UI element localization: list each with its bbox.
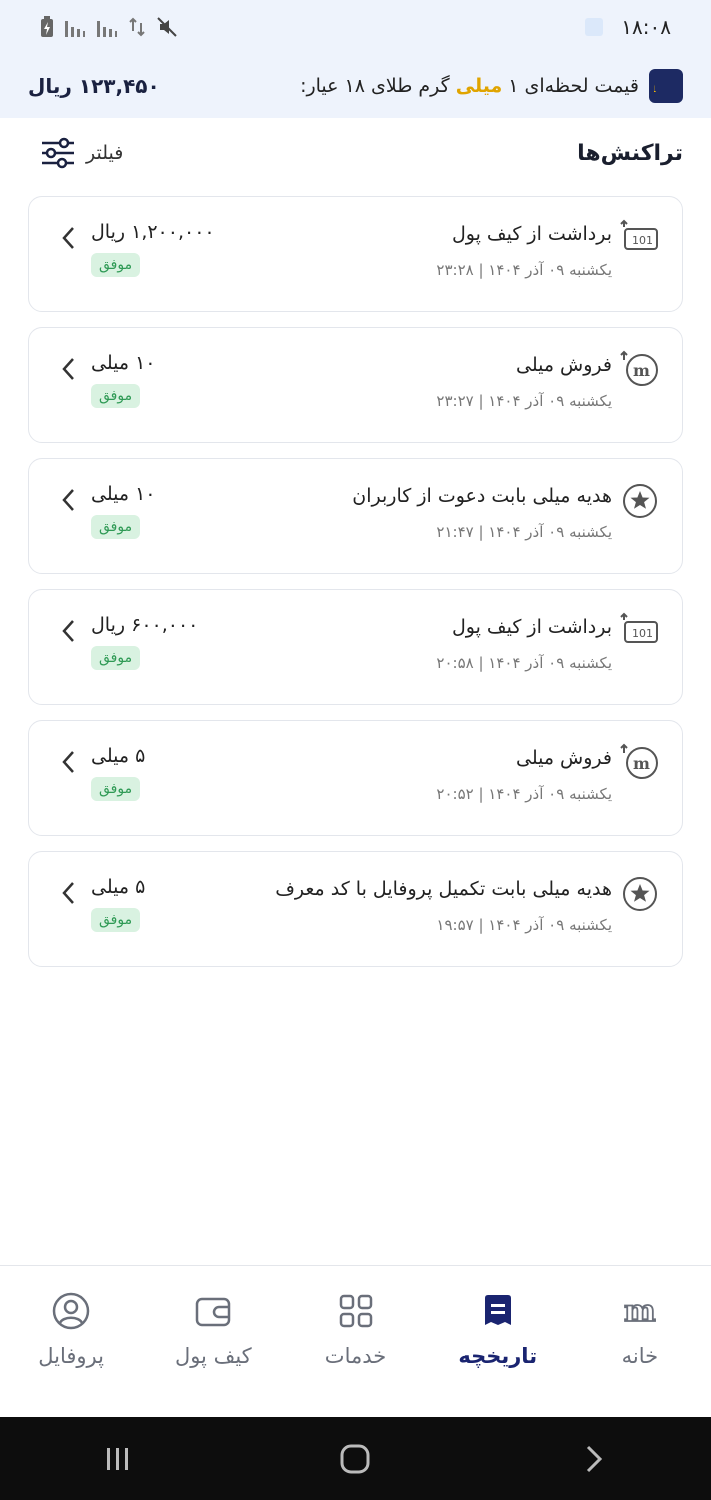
svg-text:m: m: [624, 1294, 656, 1329]
svg-text:m: m: [654, 77, 656, 95]
status-icons: [40, 16, 178, 38]
milli-home-icon: m: [623, 1293, 657, 1330]
nav-home[interactable]: m خانه: [569, 1266, 711, 1418]
status-badge: موفق: [91, 384, 141, 408]
services-grid-icon: [339, 1294, 372, 1328]
transaction-date: یکشنبه ۰۹ آذر ۱۴۰۴ | ۲۳:۲۸: [436, 261, 612, 279]
transactions-list: 101 برداشت از کیف پول یکشنبه ۰۹ آذر ۱۴۰۴…: [28, 196, 683, 982]
star-gift-icon: [623, 877, 657, 911]
filter-label: فیلتر: [86, 142, 124, 164]
milli-logo-icon: m: [649, 69, 683, 103]
nav-label: خدمات: [324, 1344, 387, 1368]
transaction-amount: ۱۰ میلی: [91, 483, 156, 505]
status-badge: موفق: [91, 646, 141, 670]
signal-icon: [65, 21, 85, 37]
nav-label: تاریخچه: [458, 1344, 538, 1368]
data-transfer-icon: [129, 17, 145, 37]
transaction-card[interactable]: 101 برداشت از کیف پول یکشنبه ۰۹ آذر ۱۴۰۴…: [28, 589, 683, 705]
cash-withdraw-icon: 101: [620, 612, 658, 643]
transaction-title: هدیه میلی بابت تکمیل پروفایل با کد معرف: [275, 878, 612, 900]
battery-charging-icon: [41, 16, 53, 37]
gold-price-value: ۱۲۳,۴۵۰ ریال: [28, 74, 160, 98]
transaction-date: یکشنبه ۰۹ آذر ۱۴۰۴ | ۱۹:۵۷: [436, 916, 612, 934]
home-button-icon[interactable]: [339, 1443, 371, 1475]
status-bar: ۱۸:۰۸: [0, 0, 711, 54]
transaction-date: یکشنبه ۰۹ آذر ۱۴۰۴ | ۲۰:۵۸: [436, 654, 612, 672]
system-nav-bar: [0, 1417, 711, 1500]
transaction-amount: ۵ میلی: [91, 876, 146, 898]
back-icon[interactable]: [578, 1444, 608, 1474]
chevron-left-icon: [62, 227, 74, 249]
mute-icon: [157, 17, 177, 37]
recent-apps-icon[interactable]: [103, 1444, 133, 1474]
cash-withdraw-icon: 101: [620, 219, 658, 250]
gold-price-bar: ۱۲۳,۴۵۰ ریال m قیمت لحظه‌ای ۱ میلی گرم ط…: [0, 54, 711, 118]
transaction-date: یکشنبه ۰۹ آذر ۱۴۰۴ | ۲۱:۴۷: [436, 523, 612, 541]
signal-icon-2: [97, 21, 117, 37]
transaction-card[interactable]: m فروش میلی یکشنبه ۰۹ آذر ۱۴۰۴ | ۲۰:۵۲ ۵…: [28, 720, 683, 836]
svg-text:101: 101: [632, 627, 653, 640]
transaction-amount: ۱۰ میلی: [91, 352, 156, 374]
transaction-amount: ۱,۲۰۰,۰۰۰ ریال: [91, 221, 215, 243]
milli-sell-icon: m: [620, 350, 658, 386]
chevron-left-icon: [62, 620, 74, 642]
gold-price-label: قیمت لحظه‌ای ۱ میلی گرم طلای ۱۸ عیار:: [300, 75, 639, 97]
transaction-card[interactable]: هدیه میلی بابت تکمیل پروفایل با کد معرف …: [28, 851, 683, 967]
svg-text:101: 101: [632, 234, 653, 247]
page-title: تراکنش‌ها: [577, 140, 683, 166]
chevron-left-icon: [62, 489, 74, 511]
nav-label: پروفایل: [38, 1344, 104, 1368]
status-badge: موفق: [91, 908, 141, 932]
transaction-card[interactable]: 101 برداشت از کیف پول یکشنبه ۰۹ آذر ۱۴۰۴…: [28, 196, 683, 312]
history-icon: [484, 1295, 511, 1325]
chevron-left-icon: [62, 882, 74, 904]
svg-text:m: m: [633, 361, 650, 380]
nav-label: کیف پول: [174, 1344, 252, 1368]
profile-icon: [52, 1292, 90, 1330]
transactions-header: تراکنش‌ها فیلتر: [0, 118, 711, 188]
transaction-date: یکشنبه ۰۹ آذر ۱۴۰۴ | ۲۰:۵۲: [436, 785, 612, 803]
nav-services[interactable]: خدمات: [284, 1266, 426, 1418]
clock: ۱۸:۰۸: [621, 15, 671, 39]
status-badge: موفق: [91, 253, 141, 277]
app-notification-icon: [585, 18, 604, 36]
bottom-nav: پروفایل کیف پول خدمات تاریخچه m خانه: [0, 1265, 711, 1418]
transaction-amount: ۵ میلی: [91, 745, 146, 767]
nav-label: خانه: [621, 1344, 659, 1368]
transaction-amount: ۶۰۰,۰۰۰ ریال: [91, 614, 199, 636]
transaction-date: یکشنبه ۰۹ آذر ۱۴۰۴ | ۲۳:۲۷: [436, 392, 612, 410]
transaction-title: برداشت از کیف پول: [451, 616, 612, 638]
star-gift-icon: [623, 484, 657, 518]
chevron-left-icon: [62, 358, 74, 380]
filter-button[interactable]: فیلتر: [40, 137, 123, 169]
transaction-card[interactable]: m فروش میلی یکشنبه ۰۹ آذر ۱۴۰۴ | ۲۳:۲۷ ۱…: [28, 327, 683, 443]
milli-sell-icon: m: [620, 743, 658, 779]
filter-sliders-icon: [42, 137, 74, 169]
status-badge: موفق: [91, 777, 141, 801]
status-badge: موفق: [91, 515, 141, 539]
transaction-card[interactable]: هدیه میلی بابت دعوت از کاربران یکشنبه ۰۹…: [28, 458, 683, 574]
nav-history[interactable]: تاریخچه: [427, 1266, 569, 1418]
transaction-title: هدیه میلی بابت دعوت از کاربران: [352, 485, 612, 507]
transaction-title: برداشت از کیف پول: [451, 223, 612, 245]
svg-text:m: m: [633, 754, 650, 773]
wallet-icon: [196, 1297, 231, 1327]
chevron-left-icon: [62, 751, 74, 773]
nav-profile[interactable]: پروفایل: [0, 1266, 142, 1418]
transaction-title: فروش میلی: [515, 747, 612, 769]
nav-wallet[interactable]: کیف پول: [142, 1266, 284, 1418]
transaction-title: فروش میلی: [515, 354, 612, 376]
